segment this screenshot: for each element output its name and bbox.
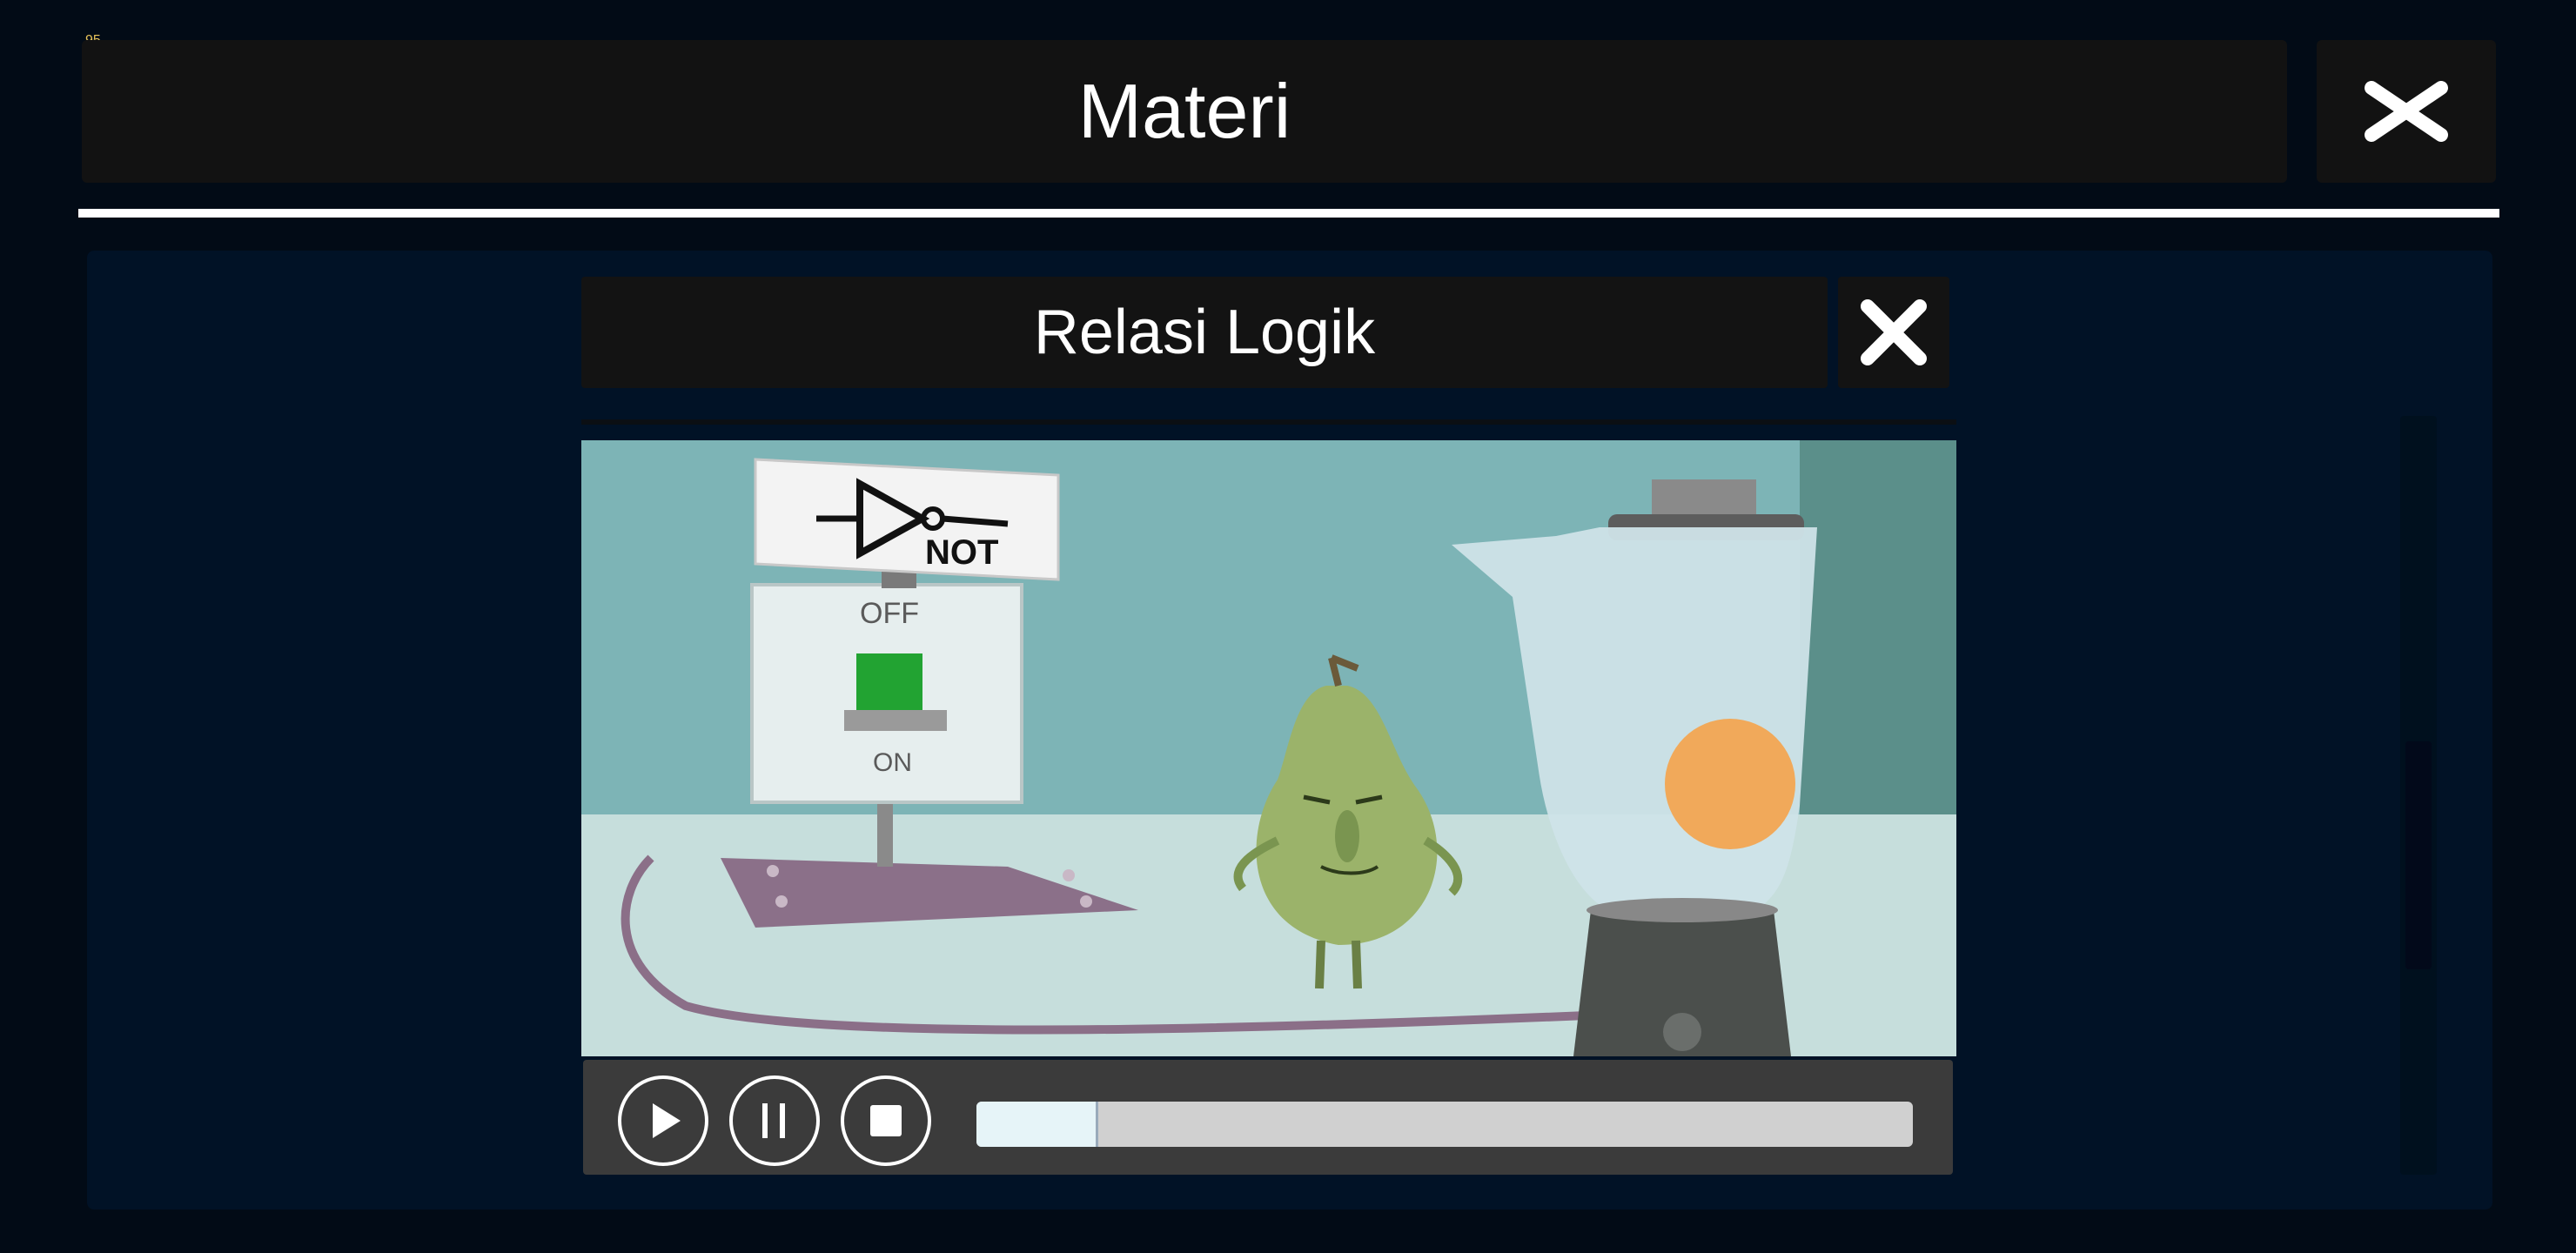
- scrollbar-thumb[interactable]: [2405, 741, 2432, 969]
- video-controls: [583, 1060, 1953, 1175]
- pause-icon: [762, 1103, 785, 1138]
- play-icon: [653, 1103, 681, 1138]
- video-frame: OFF ON NOT: [581, 440, 1956, 1056]
- main-header: Materi: [82, 40, 2287, 183]
- pause-button[interactable]: [729, 1075, 820, 1166]
- stop-button[interactable]: [841, 1075, 931, 1166]
- panel-scrollbar[interactable]: [2400, 416, 2437, 1175]
- header-divider: [78, 209, 2499, 218]
- orange-character: [1665, 719, 1795, 849]
- close-icon: [2365, 81, 2448, 142]
- video-progress-bar[interactable]: [976, 1102, 1913, 1147]
- dialog-title: Relasi Logik: [1033, 298, 1376, 367]
- video-progress-fill: [976, 1102, 1098, 1147]
- switch-on-label: ON: [873, 748, 912, 777]
- switch-toggle: [856, 653, 922, 714]
- page-title: Materi: [1077, 68, 1291, 154]
- video-top-bar: [581, 419, 1956, 425]
- switch-off-label: OFF: [860, 597, 919, 630]
- dialog-header: Relasi Logik: [581, 277, 1828, 388]
- play-button[interactable]: [618, 1075, 708, 1166]
- close-icon: [1861, 299, 1927, 365]
- not-sign-label: NOT: [925, 533, 998, 572]
- stop-icon: [870, 1105, 902, 1136]
- not-sign: [754, 458, 1060, 581]
- video-player[interactable]: OFF ON NOT: [581, 440, 1956, 1056]
- main-close-button[interactable]: [2317, 40, 2496, 183]
- dialog-close-button[interactable]: [1838, 277, 1949, 388]
